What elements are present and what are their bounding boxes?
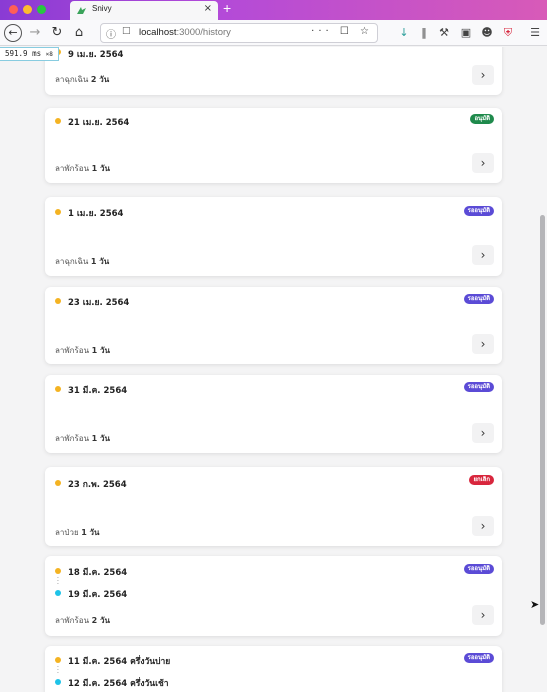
mouse-cursor-icon: ➤ — [530, 598, 540, 611]
start-dot-icon — [55, 480, 61, 486]
browser-toolbar: ← → ↻ ⌂ ⓘ □ localhost:3000/history ··· ☐… — [0, 20, 547, 46]
page-actions[interactable]: ··· ☐ ☆ — [311, 26, 373, 37]
minimize-window-button[interactable] — [23, 5, 32, 14]
chevron-right-icon[interactable]: › — [472, 245, 494, 265]
menu-icon[interactable]: ☰ — [527, 25, 543, 41]
start-date: 1 เม.ย. 2564 — [68, 209, 124, 219]
leave-card[interactable]: 9 เม.ย. 2564 ลาฉุกเฉิน 2 วัน › — [45, 47, 502, 95]
snivy-favicon-icon — [77, 7, 86, 14]
new-tab-button[interactable]: + — [223, 0, 231, 16]
start-date: 9 เม.ย. 2564 — [68, 50, 124, 60]
leave-card[interactable]: 21 เม.ย. 2564 อนุมัติ ลาพักร้อน 1 วัน › — [45, 108, 502, 183]
chevron-right-icon[interactable]: › — [472, 605, 494, 625]
status-badge: รออนุมัติ — [463, 382, 494, 392]
perf-monitor: 591.9 ms ×8 — [0, 47, 59, 61]
library-icon[interactable]: ‖ — [416, 25, 432, 41]
shield-icon[interactable]: ⛨ — [500, 25, 516, 41]
start-dot-icon — [55, 657, 61, 663]
info-icon[interactable]: ⓘ — [106, 26, 116, 41]
tab-close-icon[interactable]: × — [204, 3, 212, 14]
leave-info: ลาพักร้อน 1 วัน — [55, 346, 110, 355]
status-badge: รออนุมัติ — [463, 564, 494, 574]
leave-info: ลาพักร้อน 1 วัน — [55, 164, 110, 173]
leave-card[interactable]: 11 มี.ค. 2564 ครึ่งวันบ่าย · · · 12 มี.ค. … — [45, 646, 502, 692]
chevron-right-icon[interactable]: › — [472, 153, 494, 173]
start-dot-icon — [55, 209, 61, 215]
start-date: 31 มี.ค. 2564 — [68, 386, 128, 396]
home-button[interactable]: ⌂ — [70, 24, 88, 42]
download-icon[interactable]: ↓ — [396, 25, 412, 41]
history-page: 9 เม.ย. 2564 ลาฉุกเฉิน 2 วัน › 21 เม.ย. … — [0, 47, 547, 692]
leave-info: ลาพักร้อน 1 วัน — [55, 434, 110, 443]
chevron-right-icon[interactable]: › — [472, 516, 494, 536]
chevron-right-icon[interactable]: › — [472, 334, 494, 354]
start-dot-icon — [55, 568, 61, 574]
end-date: 19 มี.ค. 2564 — [68, 590, 128, 600]
start-dot-icon — [55, 386, 61, 392]
browser-tab-bar: Snivy × + — [0, 0, 547, 20]
start-date: 21 เม.ย. 2564 — [68, 118, 130, 128]
range-connector: · · · — [57, 575, 59, 588]
status-badge: รออนุมัติ — [463, 206, 494, 216]
close-window-button[interactable] — [9, 5, 18, 14]
status-badge: ยกเลิก — [469, 475, 494, 485]
chevron-right-icon[interactable]: › — [472, 423, 494, 443]
start-date: 23 เม.ย. 2564 — [68, 298, 130, 308]
address-bar[interactable]: ⓘ □ localhost:3000/history ··· ☐ ☆ — [100, 23, 378, 43]
tab-title: Snivy — [92, 4, 112, 13]
url-text[interactable]: localhost:3000/history — [139, 27, 231, 38]
page-icon: □ — [122, 26, 131, 36]
leave-info: ลาฉุกเฉิน 1 วัน — [55, 257, 110, 266]
leave-card[interactable]: 31 มี.ค. 2564 รออนุมัติ ลาพักร้อน 1 วัน … — [45, 375, 502, 453]
reader-icon[interactable]: ▣ — [458, 25, 474, 41]
forward-button[interactable]: → — [26, 24, 44, 42]
start-date: 23 ก.พ. 2564 — [68, 480, 127, 490]
zoom-window-button[interactable] — [37, 5, 46, 14]
end-dot-icon — [55, 590, 61, 596]
start-date: 11 มี.ค. 2564 ครึ่งวันบ่าย — [68, 657, 171, 667]
leave-card[interactable]: 23 เม.ย. 2564 รออนุมัติ ลาพักร้อน 1 วัน … — [45, 287, 502, 364]
status-badge: รออนุมัติ — [463, 294, 494, 304]
end-dot-icon — [55, 679, 61, 685]
chevron-right-icon[interactable]: › — [472, 65, 494, 85]
leave-card[interactable]: 23 ก.พ. 2564 ยกเลิก ลาป่วย 1 วัน › — [45, 467, 502, 546]
leave-card[interactable]: 1 เม.ย. 2564 รออนุมัติ ลาฉุกเฉิน 1 วัน › — [45, 197, 502, 276]
back-button[interactable]: ← — [4, 24, 22, 42]
leave-info: ลาฉุกเฉิน 2 วัน — [55, 75, 110, 84]
end-date: 12 มี.ค. 2564 ครึ่งวันเช้า — [68, 679, 169, 689]
reload-button[interactable]: ↻ — [48, 24, 66, 42]
start-dot-icon — [55, 118, 61, 124]
range-connector: · · · — [57, 664, 59, 677]
leave-info: ลาพักร้อน 2 วัน — [55, 616, 110, 625]
status-badge: อนุมัติ — [470, 114, 494, 124]
page-scrollbar[interactable] — [540, 215, 545, 625]
leave-info: ลาป่วย 1 วัน — [55, 528, 100, 537]
status-badge: รออนุมัติ — [463, 653, 494, 663]
browser-tab[interactable]: Snivy × — [70, 1, 218, 20]
start-dot-icon — [55, 298, 61, 304]
account-icon[interactable]: ☻ — [479, 25, 495, 41]
start-date: 18 มี.ค. 2564 — [68, 568, 128, 578]
tools-icon[interactable]: ⚒ — [436, 25, 452, 41]
leave-card[interactable]: 18 มี.ค. 2564 · · · 19 มี.ค. 2564 รออนุมัต… — [45, 556, 502, 636]
